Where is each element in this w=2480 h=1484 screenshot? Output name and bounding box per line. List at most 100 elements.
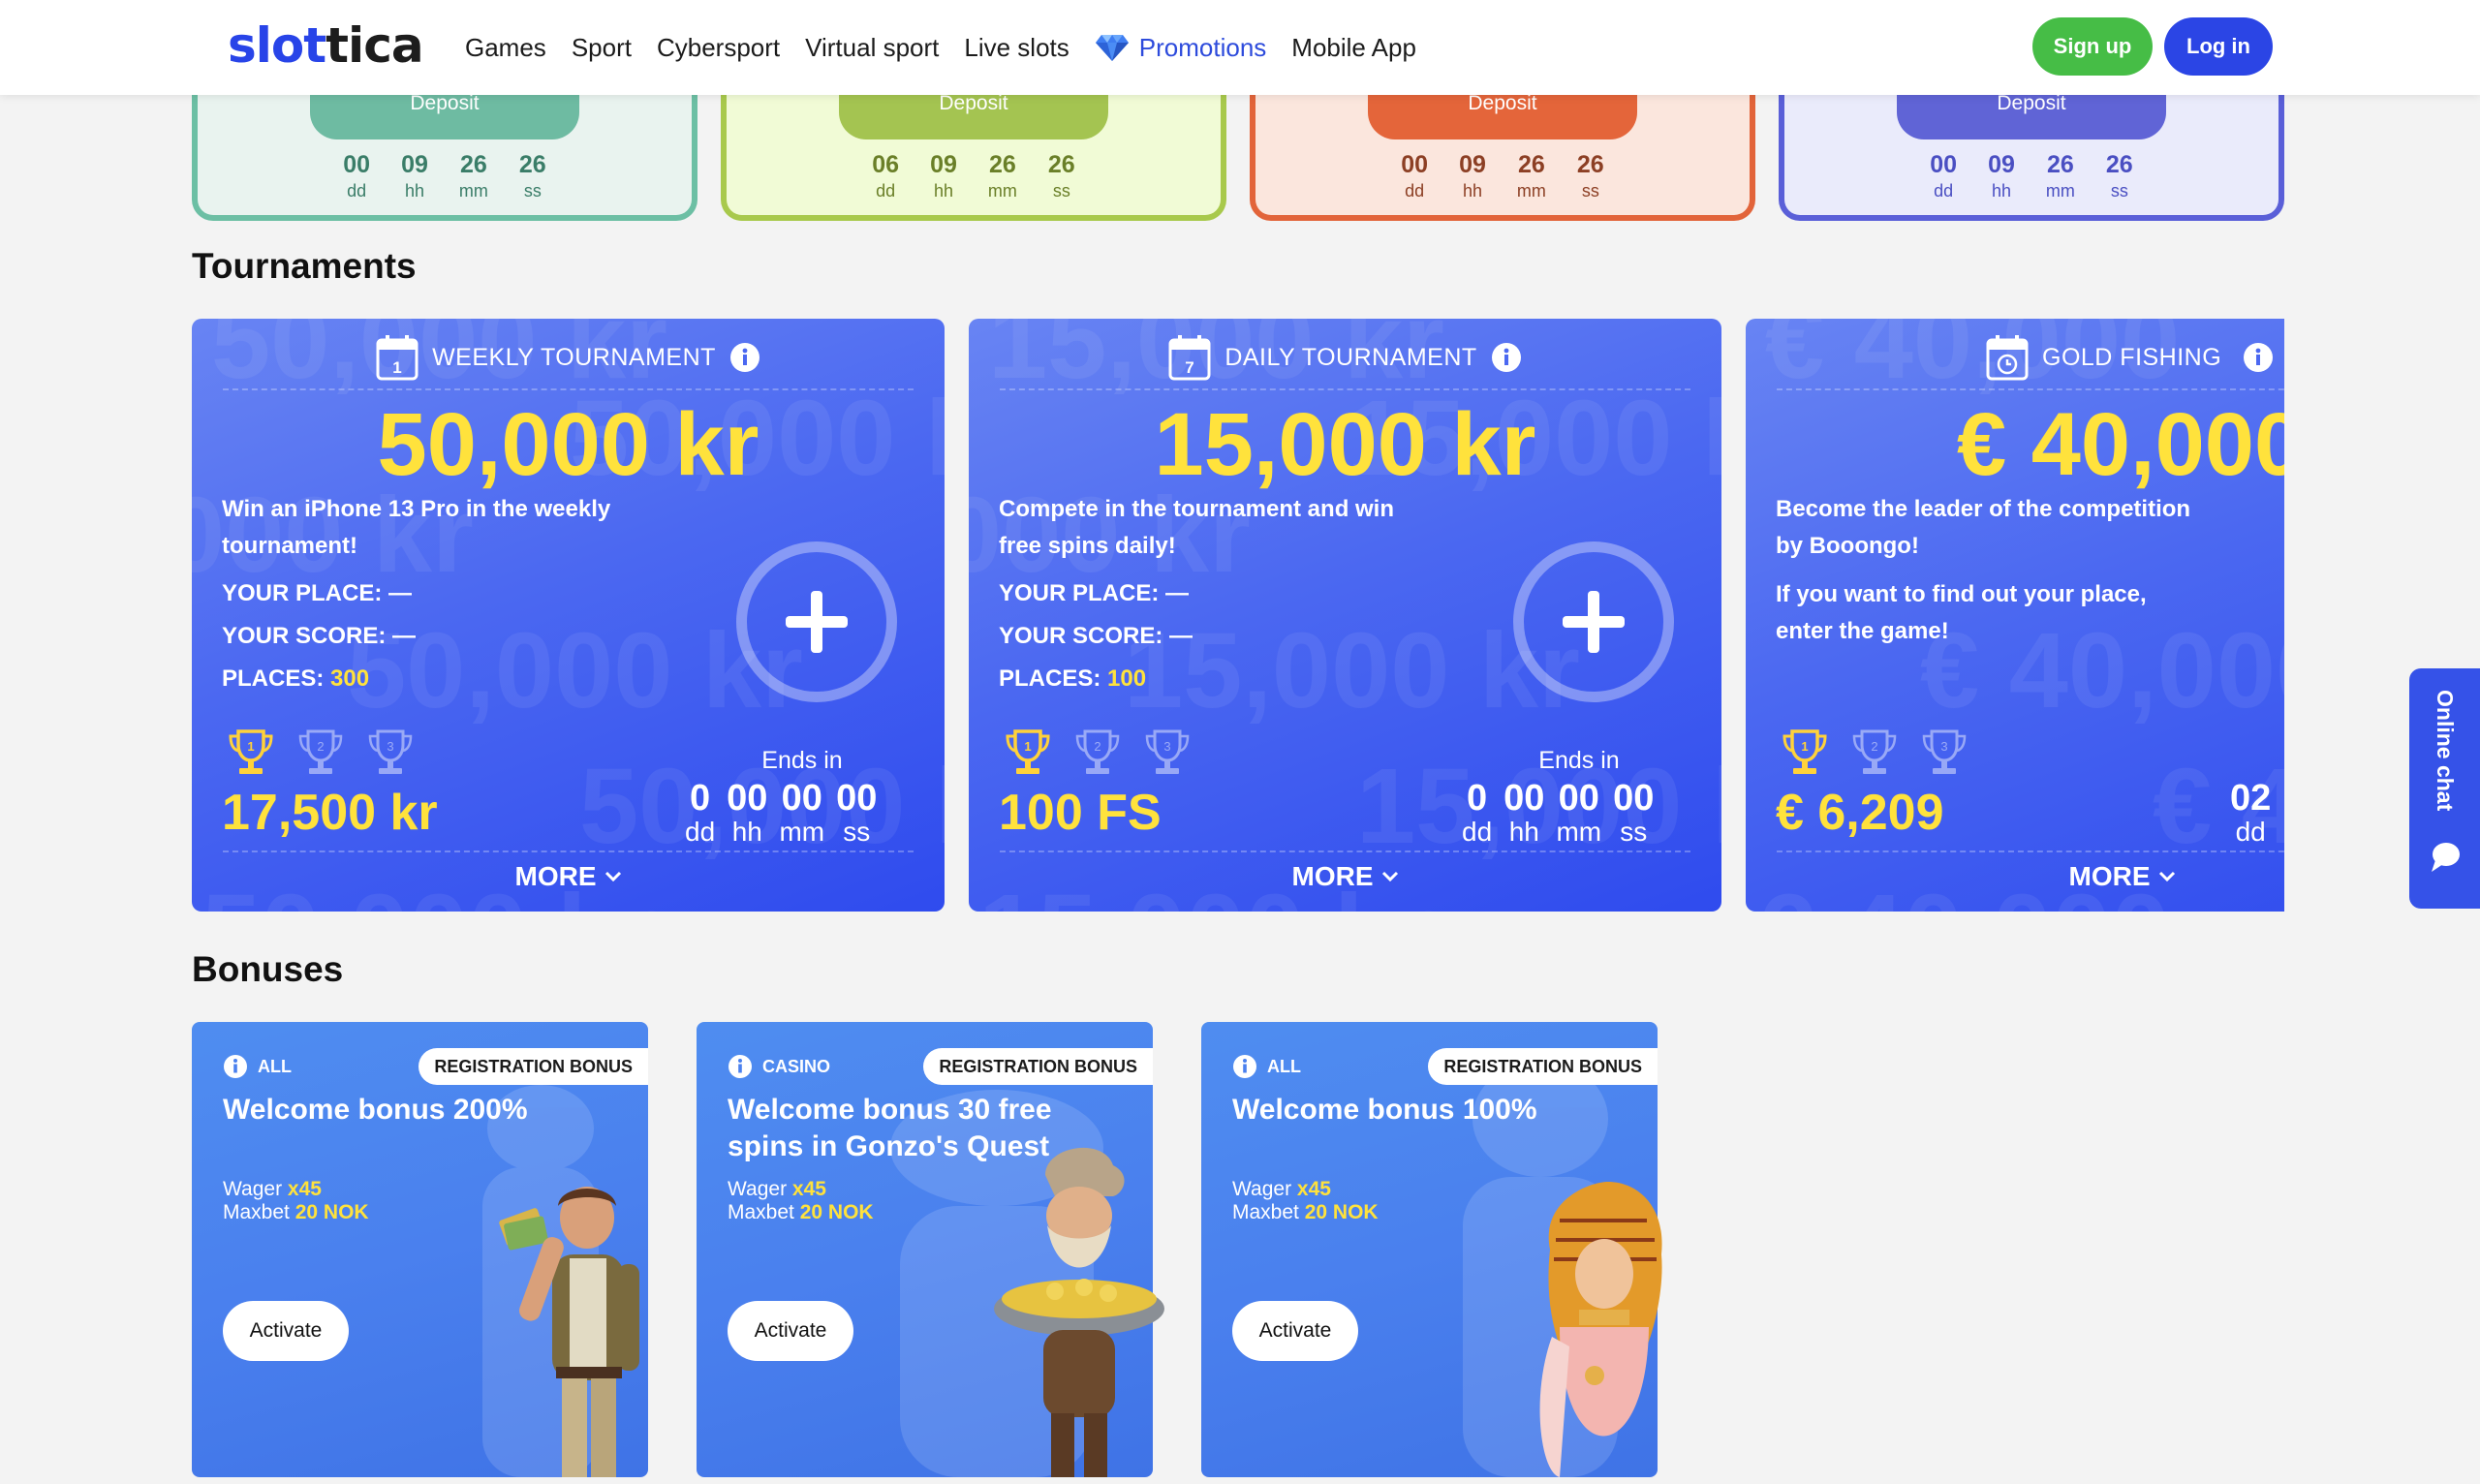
info-icon[interactable] xyxy=(1232,1054,1257,1079)
deposit-button[interactable]: Deposit xyxy=(310,87,579,139)
calendar-clock-icon xyxy=(1986,335,2029,381)
tournament-description-2: If you want to find out your place, ente… xyxy=(1776,581,2147,644)
nav-mobile-app[interactable]: Mobile App xyxy=(1291,33,1416,63)
trophies: 1 2 3 xyxy=(1004,727,1192,778)
deposit-countdown: 00 dd 09 hh 26 mm 26 ss xyxy=(198,151,692,201)
nav-sport[interactable]: Sport xyxy=(572,33,632,63)
info-icon[interactable] xyxy=(223,1054,248,1079)
calendar-icon: 7 xyxy=(1168,335,1211,381)
svg-text:7: 7 xyxy=(1186,358,1194,377)
bonus-card[interactable]: ALL REGISTRATION BONUS Welcome bonus 200… xyxy=(192,1022,648,1477)
online-chat-tab[interactable]: Online chat xyxy=(2409,668,2480,909)
more-button[interactable]: MORE xyxy=(192,861,945,892)
svg-text:3: 3 xyxy=(1940,739,1947,754)
svg-text:3: 3 xyxy=(387,739,393,754)
tournaments-heading: Tournaments xyxy=(192,246,417,286)
trophy-icon: 3 xyxy=(368,729,413,774)
tournament-card-weekly[interactable]: 50,000 kr 50,000 kr 50,000 kr 50,000 kr … xyxy=(192,319,945,912)
calendar-icon: 1 xyxy=(376,335,418,381)
info-icon[interactable] xyxy=(1491,342,1522,373)
deposit-countdown: 00 dd 09 hh 26 mm 26 ss xyxy=(1256,151,1750,201)
trophy-icon: 1 xyxy=(1782,729,1827,774)
tournament-description: Compete in the tournament and win free s… xyxy=(999,496,1395,559)
online-chat-label: Online chat xyxy=(2433,690,2458,812)
nav-virtual-sport[interactable]: Virtual sport xyxy=(805,33,939,63)
countdown-unit: 00 dd xyxy=(1401,151,1429,201)
bonus-category: ALL xyxy=(1232,1054,1301,1079)
trophy-icon: 3 xyxy=(1145,729,1190,774)
svg-text:2: 2 xyxy=(317,739,324,754)
tournament-description: Win an iPhone 13 Pro in the weekly tourn… xyxy=(222,496,611,559)
svg-text:1: 1 xyxy=(1024,739,1031,754)
bonus-title: Welcome bonus 100% xyxy=(1232,1094,1537,1126)
trophy-icon: 2 xyxy=(1852,729,1897,774)
bonuses-heading: Bonuses xyxy=(192,949,344,989)
bonus-type-badge: REGISTRATION BONUS xyxy=(1428,1048,1658,1085)
divider xyxy=(1000,388,1690,390)
tournament-title: WEEKLY TOURNAMENT xyxy=(432,343,716,371)
log-in-button[interactable]: Log in xyxy=(2164,17,2273,76)
svg-text:1: 1 xyxy=(1801,739,1808,754)
activate-button[interactable]: Activate xyxy=(1232,1301,1358,1361)
info-icon[interactable] xyxy=(2243,342,2274,373)
deposit-button[interactable]: Deposit xyxy=(1897,87,2166,139)
countdown-unit: 26 mm xyxy=(458,151,488,201)
bonus-type-badge: REGISTRATION BONUS xyxy=(923,1048,1153,1085)
ends-in-label: Ends in xyxy=(761,747,843,774)
tournament-prize: € 40,000 xyxy=(1957,395,2284,494)
more-button[interactable]: MORE xyxy=(1746,861,2284,892)
countdown-unit: 09 hh xyxy=(1459,151,1486,201)
join-tournament-button[interactable] xyxy=(1513,541,1674,702)
tournament-prize: 15,000 kr xyxy=(1154,395,1536,494)
divider xyxy=(1777,850,2284,852)
svg-text:2: 2 xyxy=(1871,739,1877,754)
countdown-unit: 26 mm xyxy=(987,151,1017,201)
gonzo-character-image xyxy=(994,1147,1164,1477)
trophy-icon: 1 xyxy=(1006,729,1050,774)
tournament-card-daily[interactable]: 15,000 kr 15,000 kr 15,000 kr 15,000 kr … xyxy=(969,319,1721,912)
trophy-icon: 2 xyxy=(298,729,343,774)
trophy-icon: 3 xyxy=(1922,729,1967,774)
nav-cybersport[interactable]: Cybersport xyxy=(657,33,780,63)
nav-promotions[interactable]: Promotions xyxy=(1095,33,1266,63)
tournament-title: DAILY TOURNAMENT xyxy=(1224,343,1477,371)
bonus-maxbet: Maxbet 20 NOK xyxy=(1232,1201,1379,1223)
more-button[interactable]: MORE xyxy=(969,861,1721,892)
your-score: YOUR SCORE: — xyxy=(999,623,1194,649)
tournament-header: GOLD FISHING xyxy=(1746,328,2284,386)
countdown-unit: 09 hh xyxy=(401,151,428,201)
bonus-wager: Wager x45 xyxy=(728,1178,826,1200)
countdown-timer: 0 dd 00 hh 00 mm 00 ss xyxy=(685,778,878,847)
tournaments-carousel: 50,000 kr 50,000 kr 50,000 kr 50,000 kr … xyxy=(192,319,2284,912)
activate-button[interactable]: Activate xyxy=(728,1301,853,1361)
your-score: YOUR SCORE: — xyxy=(222,623,417,649)
chat-bubble-icon xyxy=(2432,843,2460,872)
deposit-button[interactable]: Deposit xyxy=(839,87,1108,139)
chevron-down-icon xyxy=(1381,871,1398,882)
slottica-logo[interactable]: slottica xyxy=(228,17,424,74)
sign-up-button[interactable]: Sign up xyxy=(2032,17,2153,76)
divider xyxy=(223,850,914,852)
trophy-icon: 1 xyxy=(229,729,273,774)
info-icon[interactable] xyxy=(728,1054,753,1079)
countdown-unit: 00 dd xyxy=(343,151,371,201)
deposit-button[interactable]: Deposit xyxy=(1368,87,1637,139)
countdown-timer: 0 dd 00 hh 00 mm 00 ss xyxy=(1462,778,1655,847)
chevron-down-icon xyxy=(604,871,621,882)
deposit-countdown: 00 dd 09 hh 26 mm 26 ss xyxy=(1784,151,2278,201)
bonus-wager: Wager x45 xyxy=(223,1178,322,1200)
your-place: YOUR PLACE: — xyxy=(222,580,413,606)
info-icon[interactable] xyxy=(729,342,760,373)
ends-in-label: Ends in xyxy=(1538,747,1620,774)
tournament-card-gold-fishing[interactable]: € 40,000 € 40,000 € 40,000 € 40,000 GOLD… xyxy=(1746,319,2284,912)
bonus-card[interactable]: ALL REGISTRATION BONUS Welcome bonus 100… xyxy=(1201,1022,1662,1477)
join-tournament-button[interactable] xyxy=(736,541,897,702)
nav-games[interactable]: Games xyxy=(465,33,546,63)
bonus-card[interactable]: CASINO REGISTRATION BONUS Welcome bonus … xyxy=(697,1022,1164,1477)
countdown-unit: 00 dd xyxy=(1930,151,1958,201)
nav-live-slots[interactable]: Live slots xyxy=(964,33,1069,63)
divider xyxy=(1000,850,1690,852)
countdown-timer: 02 dd xyxy=(2230,778,2272,847)
countdown-unit: 09 hh xyxy=(930,151,957,201)
activate-button[interactable]: Activate xyxy=(223,1301,349,1361)
